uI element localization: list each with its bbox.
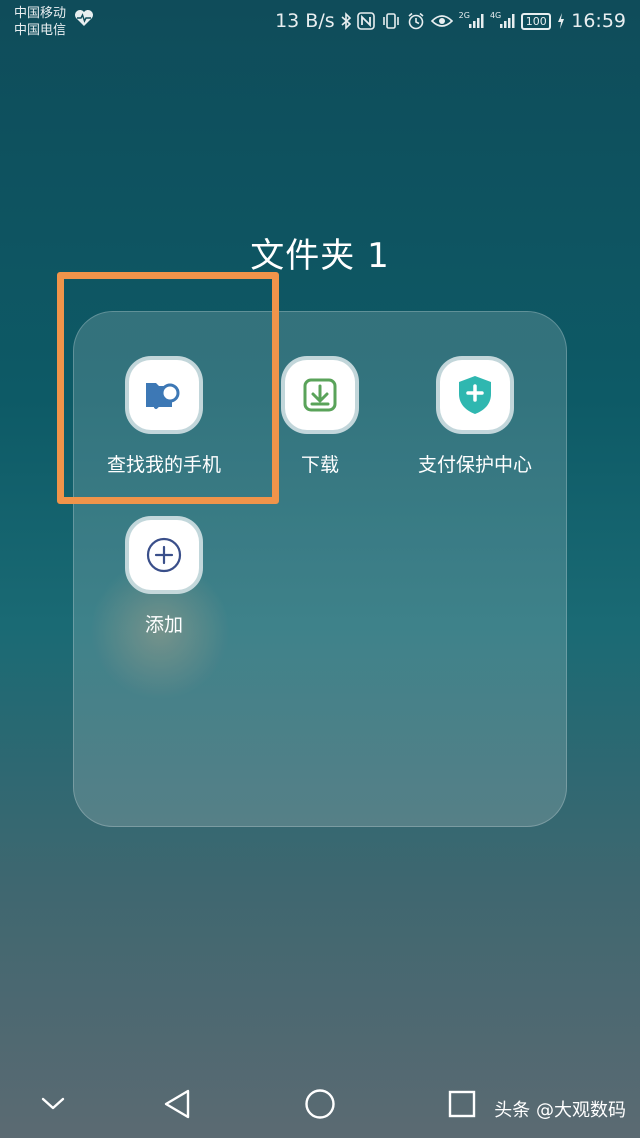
watermark: 头条 @大观数码 <box>494 1100 626 1121</box>
bluetooth-icon <box>341 12 351 30</box>
app-label: 添加 <box>144 614 183 636</box>
collapse-icon[interactable] <box>33 1084 73 1124</box>
signal-2g-icon: 2G <box>459 11 484 29</box>
download-icon[interactable] <box>285 360 355 430</box>
app-add[interactable]: 添加 <box>89 520 239 637</box>
status-bar: 中国移动 中国电信 13 B/s 2G 4G 100 16:59 <box>0 0 640 44</box>
carrier-1: 中国移动 <box>14 6 67 21</box>
home-icon[interactable] <box>300 1084 340 1124</box>
shield-plus-icon[interactable] <box>440 360 510 430</box>
highlight-box <box>57 272 279 504</box>
app-payment-protection[interactable]: 支付保护中心 <box>400 360 550 477</box>
eye-comfort-icon <box>430 13 453 29</box>
health-heart-icon <box>75 10 93 26</box>
vibrate-icon <box>381 12 401 30</box>
carrier-info: 中国移动 中国电信 <box>14 5 66 39</box>
nfc-icon <box>356 12 375 30</box>
charging-icon <box>557 13 565 29</box>
add-icon[interactable] <box>129 520 199 590</box>
recents-icon[interactable] <box>442 1084 482 1124</box>
back-icon[interactable] <box>157 1084 197 1124</box>
battery-indicator: 100 <box>521 12 552 30</box>
status-icons: 13 B/s 2G 4G 100 16:59 <box>275 9 626 33</box>
alarm-icon <box>407 12 425 30</box>
carrier-2: 中国电信 <box>14 23 67 38</box>
folder-title[interactable]: 文件夹 1 <box>0 228 640 277</box>
signal-4g-icon: 4G <box>490 11 515 29</box>
net-speed: 13 B/s <box>275 10 335 32</box>
clock-time: 16:59 <box>571 10 626 32</box>
app-label: 支付保护中心 <box>417 454 532 476</box>
